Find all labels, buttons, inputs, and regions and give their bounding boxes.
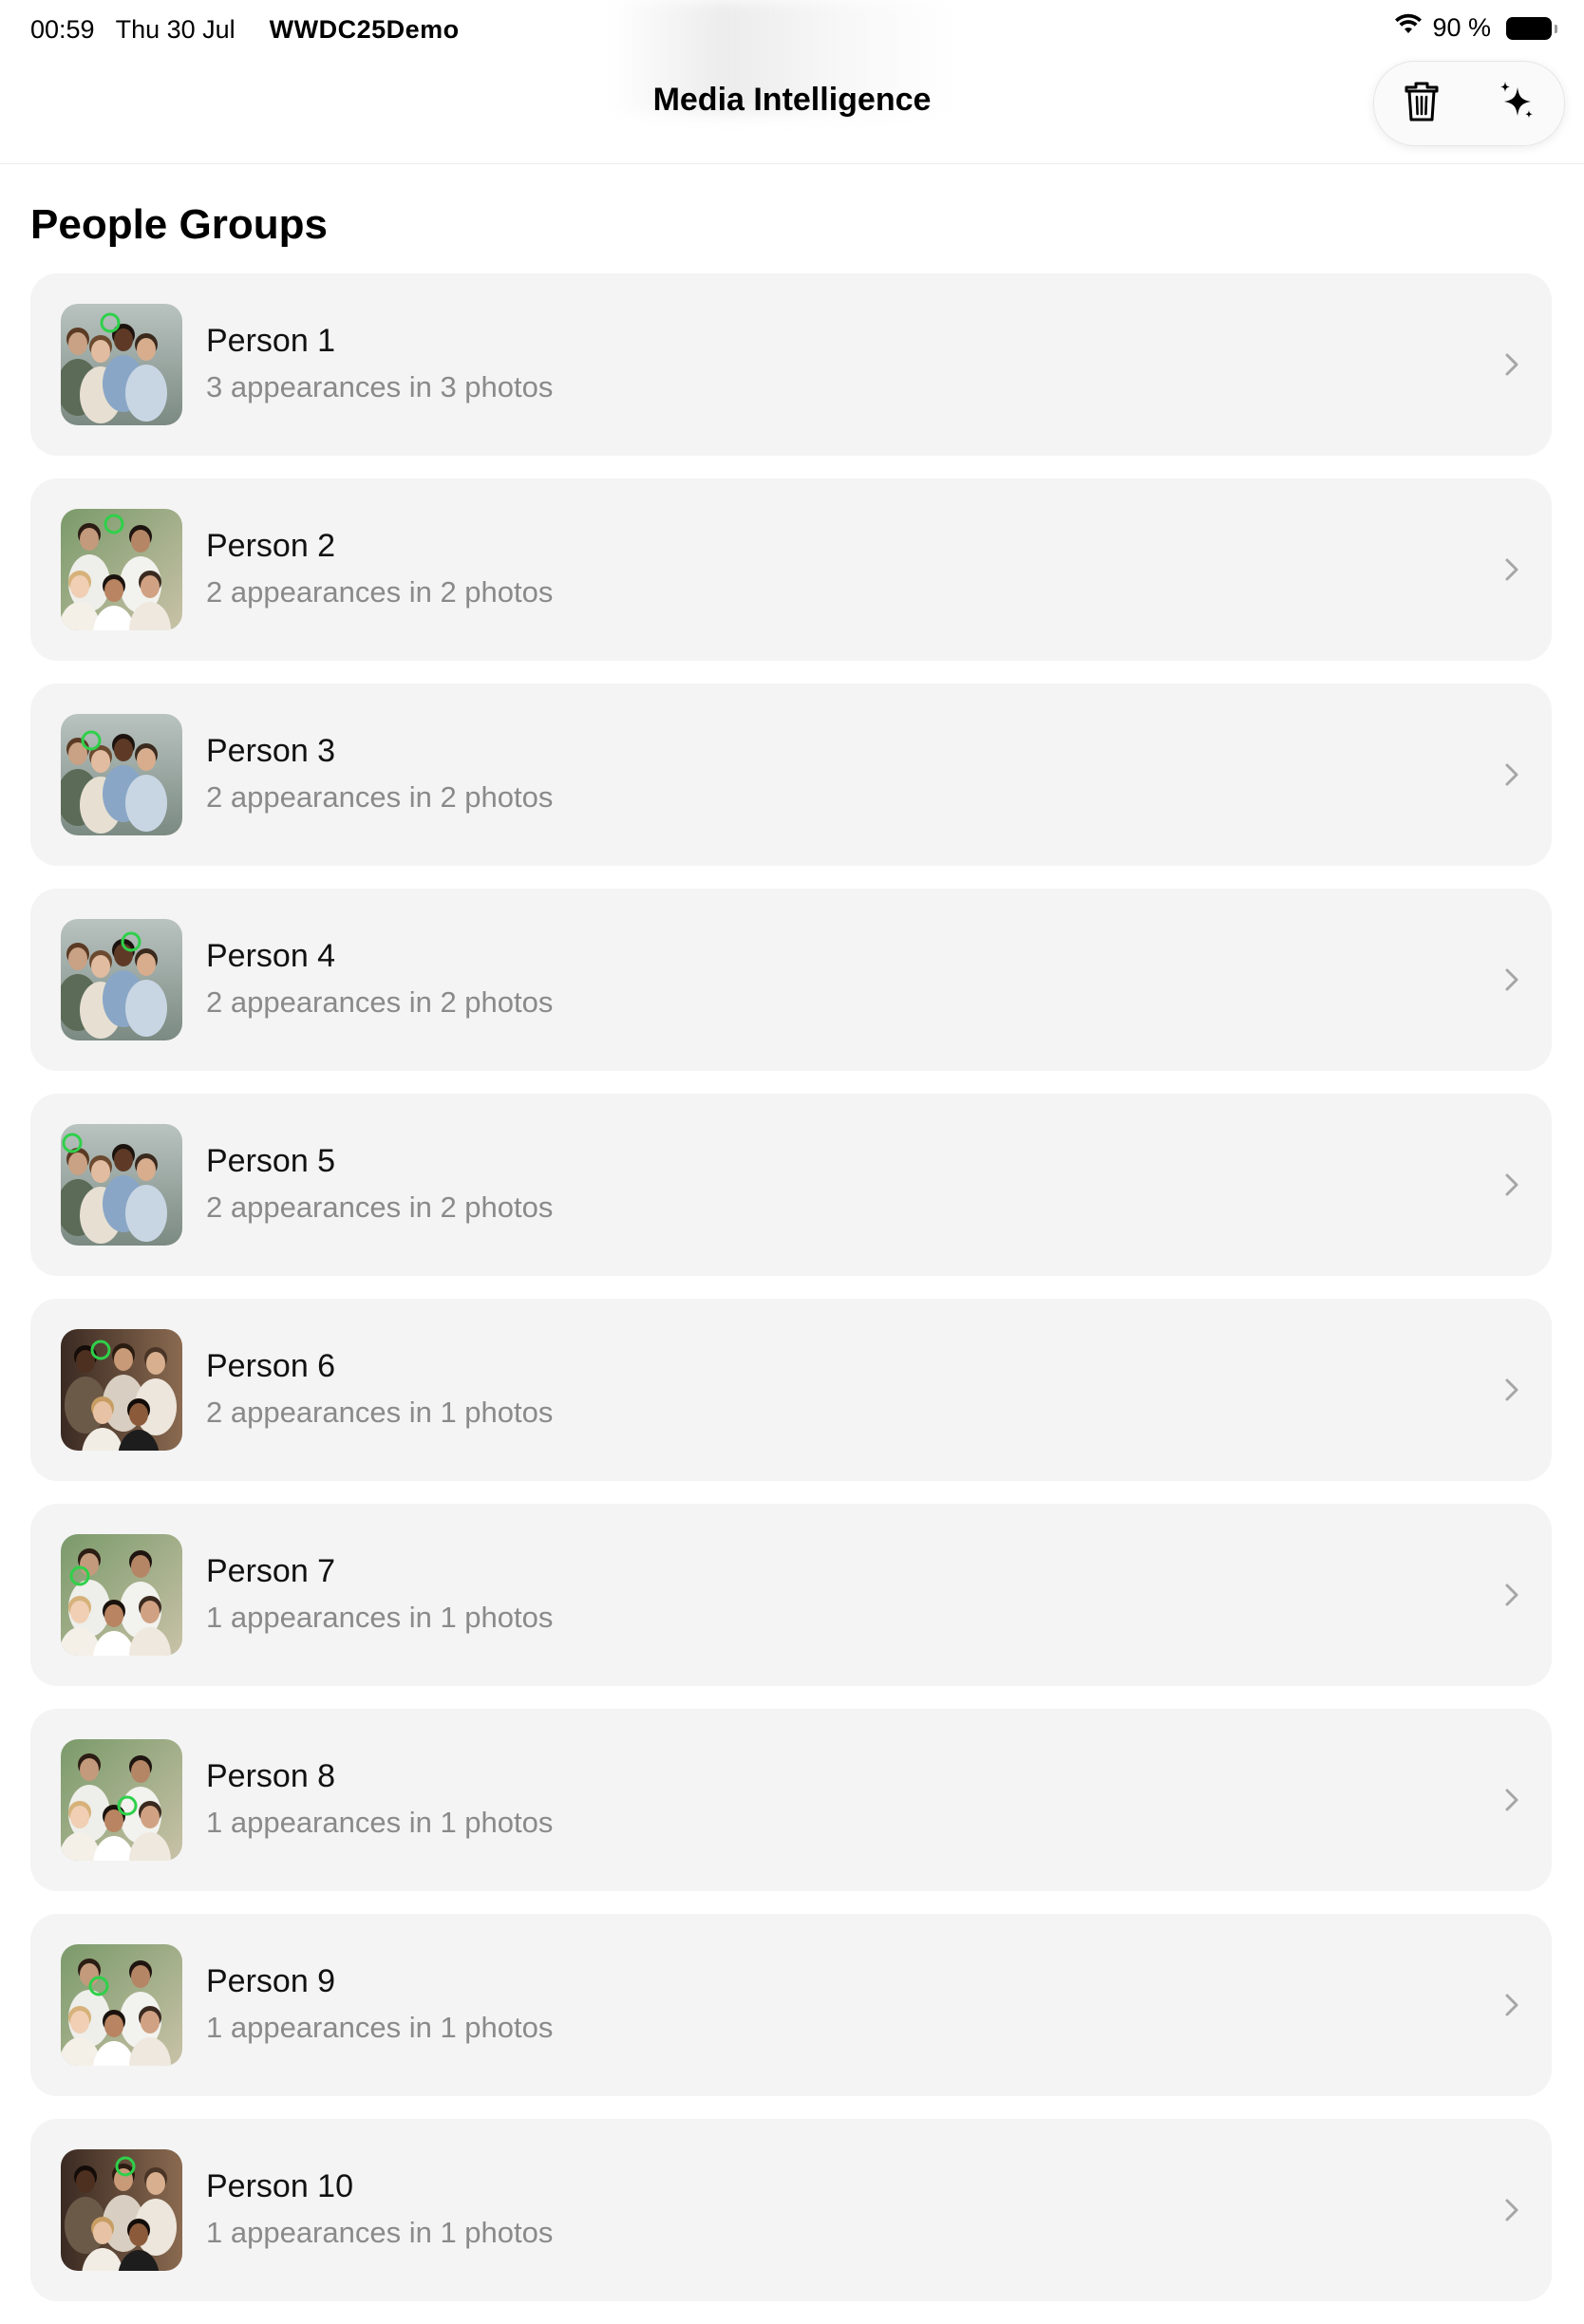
chevron-right-icon — [1500, 1988, 1523, 2022]
status-time: 00:59 — [30, 15, 95, 44]
appearance-count: 1 appearances in 1 photos — [206, 1806, 554, 1839]
battery-icon — [1506, 16, 1557, 40]
list-item[interactable]: Person 9 1 appearances in 1 photos — [30, 1914, 1552, 2096]
trash-button[interactable] — [1393, 75, 1450, 132]
person-name: Person 1 — [206, 323, 336, 359]
person-name: Person 7 — [206, 1553, 336, 1589]
nav-title: Media Intelligence — [652, 82, 932, 118]
chevron-right-icon — [1500, 347, 1523, 382]
list-item[interactable]: Person 7 1 appearances in 1 photos — [30, 1504, 1552, 1686]
person-name: Person 9 — [206, 1963, 336, 1999]
chevron-right-icon — [1500, 758, 1523, 792]
person-thumbnail — [61, 2149, 182, 2271]
appearance-count: 2 appearances in 2 photos — [206, 780, 554, 814]
chevron-right-icon — [1500, 1168, 1523, 1202]
sparkles-icon — [1495, 80, 1538, 128]
person-thumbnail — [61, 1944, 182, 2066]
battery-percent: 90 % — [1432, 13, 1491, 42]
chevron-right-icon — [1500, 2193, 1523, 2227]
person-name: Person 6 — [206, 1348, 336, 1384]
list-item[interactable]: Person 2 2 appearances in 2 photos — [30, 478, 1552, 661]
appearance-count: 3 appearances in 3 photos — [206, 370, 554, 403]
chevron-right-icon — [1500, 1783, 1523, 1817]
person-name: Person 2 — [206, 528, 336, 564]
person-thumbnail — [61, 1124, 182, 1246]
person-thumbnail — [61, 304, 182, 425]
appearance-count: 1 appearances in 1 photos — [206, 2216, 554, 2249]
person-name: Person 4 — [206, 938, 336, 974]
navigation-bar: Media Intelligence — [0, 59, 1584, 164]
list-item[interactable]: Person 8 1 appearances in 1 photos — [30, 1709, 1552, 1891]
wifi-icon — [1394, 13, 1423, 43]
chevron-right-icon — [1500, 1373, 1523, 1407]
appearance-count: 2 appearances in 2 photos — [206, 985, 554, 1019]
status-app-name: WWDC25Demo — [269, 15, 460, 44]
list-item[interactable]: Person 10 1 appearances in 1 photos — [30, 2119, 1552, 2301]
person-thumbnail — [61, 1534, 182, 1656]
chevron-right-icon — [1500, 553, 1523, 587]
appearance-count: 2 appearances in 2 photos — [206, 1190, 554, 1224]
chevron-right-icon — [1500, 1578, 1523, 1612]
person-thumbnail — [61, 714, 182, 835]
list-item[interactable]: Person 5 2 appearances in 2 photos — [30, 1094, 1552, 1276]
list-item[interactable]: Person 3 2 appearances in 2 photos — [30, 684, 1552, 866]
appearance-count: 2 appearances in 2 photos — [206, 575, 554, 609]
person-name: Person 10 — [206, 2168, 353, 2204]
person-name: Person 8 — [206, 1758, 336, 1794]
appearance-count: 1 appearances in 1 photos — [206, 1601, 554, 1634]
people-groups-list: Person 13 appearances in 3 photos Person … — [30, 273, 1552, 2324]
person-name: Person 5 — [206, 1143, 336, 1179]
person-name: Person 3 — [206, 733, 336, 769]
status-date: Thu 30 Jul — [115, 15, 236, 44]
generate-button[interactable] — [1488, 75, 1545, 132]
section-title: People Groups — [30, 201, 328, 248]
person-thumbnail — [61, 919, 182, 1040]
nav-actions-group — [1373, 61, 1565, 146]
person-thumbnail — [61, 1329, 182, 1451]
list-item[interactable]: Person 1 3 appearances in 3 photos — [30, 273, 1552, 456]
chevron-right-icon — [1500, 963, 1523, 997]
list-item[interactable]: Person 6 2 appearances in 1 photos — [30, 1299, 1552, 1481]
trash-icon — [1403, 80, 1441, 128]
list-item[interactable]: Person 4 2 appearances in 2 photos — [30, 889, 1552, 1071]
appearance-count: 2 appearances in 1 photos — [206, 1396, 554, 1429]
person-thumbnail — [61, 1739, 182, 1861]
person-thumbnail — [61, 509, 182, 630]
appearance-count: 1 appearances in 1 photos — [206, 2011, 554, 2044]
